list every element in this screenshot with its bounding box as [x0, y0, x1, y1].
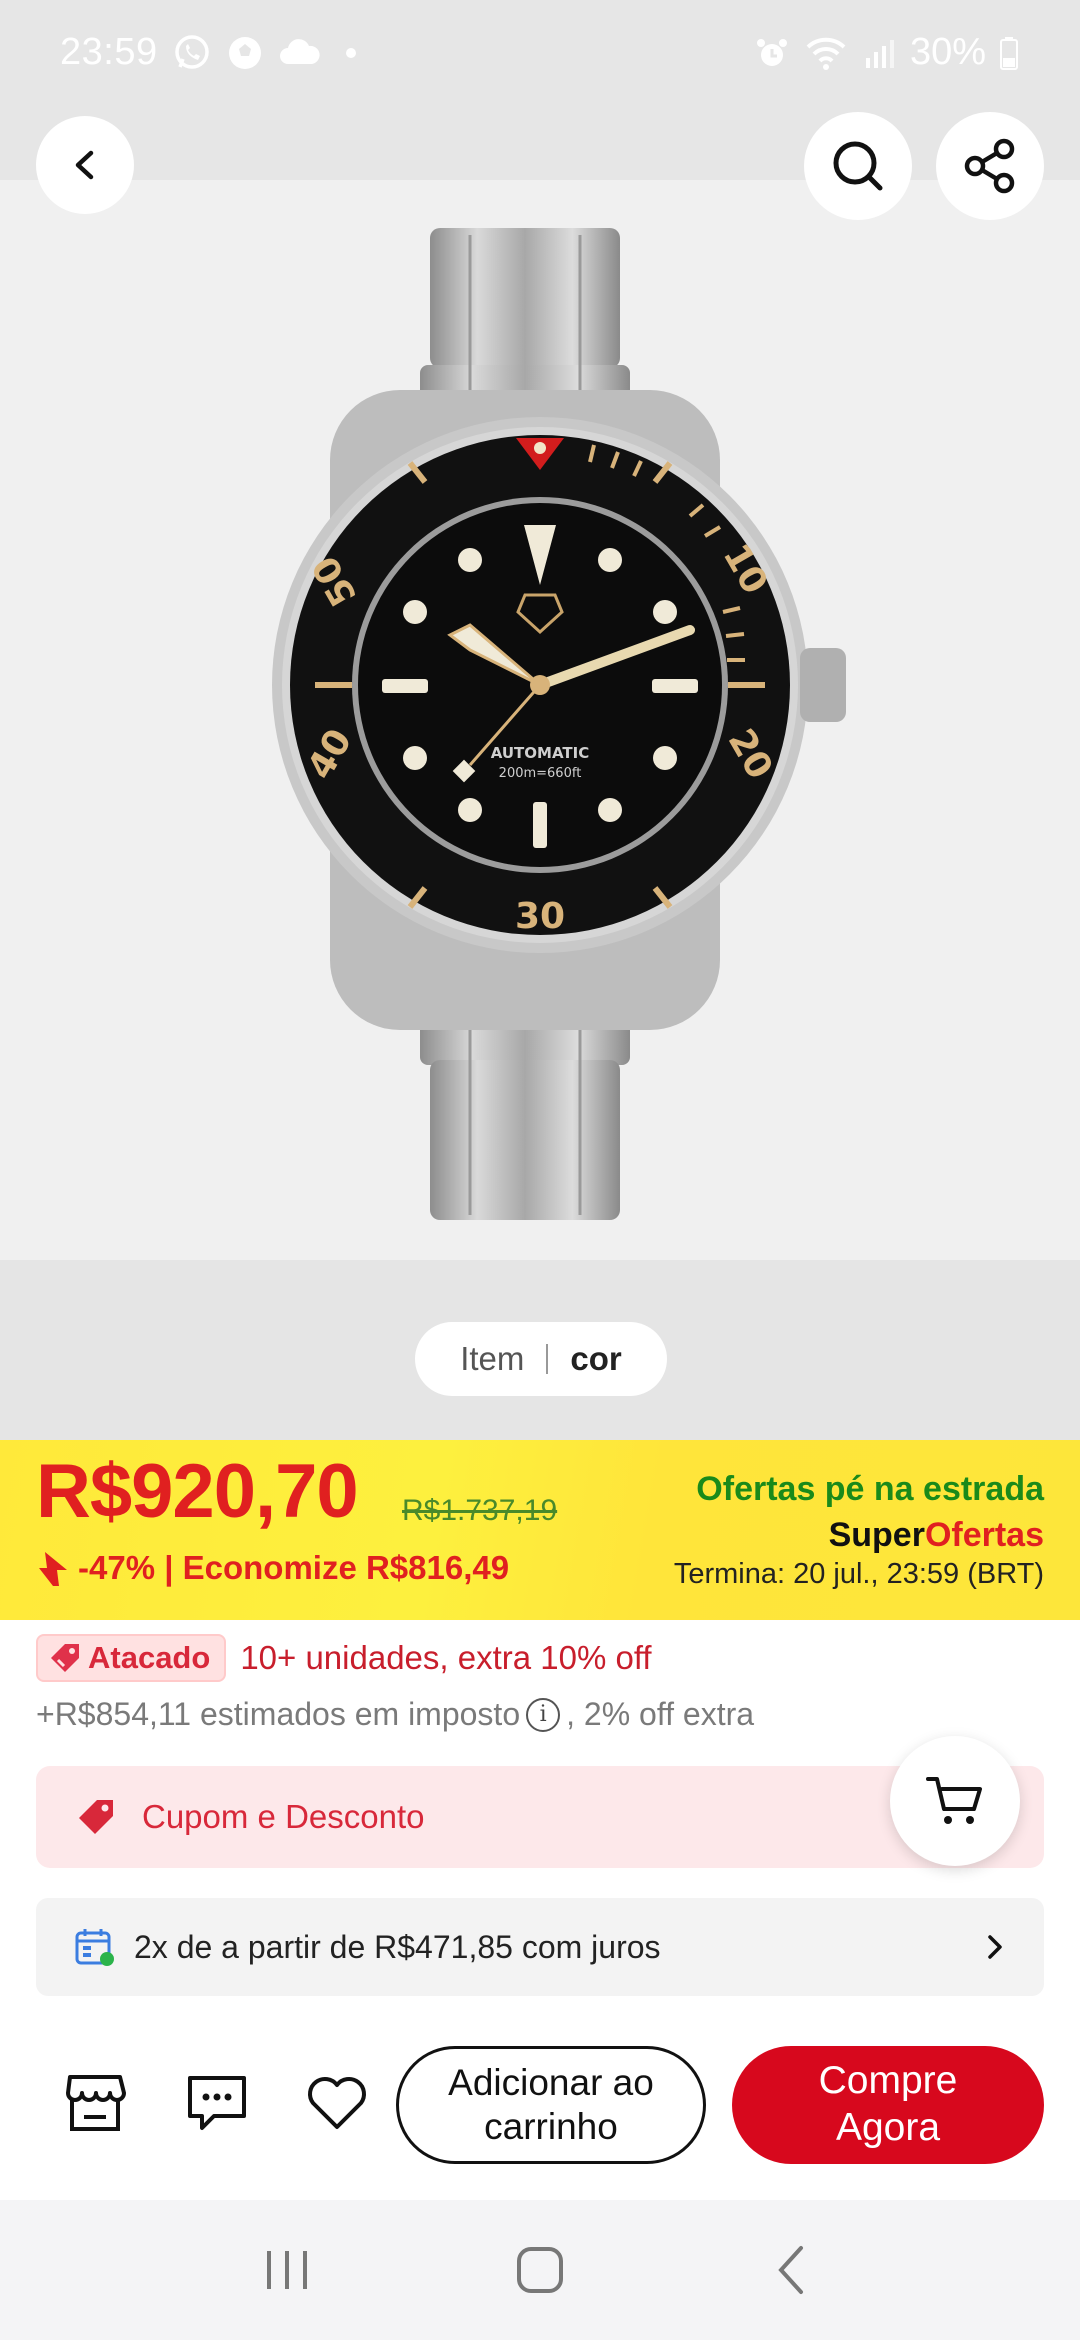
battery-icon — [1000, 36, 1018, 70]
discount-line: -47% | Economize R$816,49 — [36, 1548, 509, 1588]
system-nav-bar — [0, 2200, 1080, 2340]
info-icon[interactable]: i — [526, 1697, 561, 1732]
flame-arrow-icon — [39, 1552, 67, 1586]
wifi-icon — [804, 35, 848, 71]
wholesale-badge-text: Atacado — [88, 1640, 211, 1675]
dial-depth-text: 200m=660ft — [499, 766, 582, 781]
campaign-title: Ofertas pé na estrada — [696, 1470, 1044, 1508]
home-icon[interactable] — [510, 2240, 570, 2300]
tax-extra-text: , 2% off extra — [566, 1696, 755, 1732]
back-button[interactable] — [36, 116, 134, 214]
wholesale-text: 10+ unidades, extra 10% off — [240, 1639, 652, 1676]
ends-value: 20 jul., 23:59 (BRT) — [793, 1558, 1044, 1590]
original-price: R$1.737,19 — [402, 1494, 558, 1527]
coupon-tag-icon — [79, 1800, 113, 1834]
variant-selector[interactable]: Item cor — [415, 1322, 667, 1396]
share-button[interactable] — [936, 112, 1044, 220]
buy-now-button[interactable]: Compre Agora — [732, 2046, 1044, 2164]
recent-apps-icon[interactable] — [257, 2245, 317, 2295]
cart-button[interactable] — [890, 1736, 1020, 1866]
status-left: 23:59 — [60, 31, 366, 74]
wholesale-badge: Atacado — [36, 1634, 227, 1682]
dot-icon — [336, 43, 366, 63]
installments-row[interactable]: 2x de a partir de R$471,85 com juros — [36, 1898, 1044, 1996]
tax-text: +R$854,11 estimados em imposto — [36, 1696, 521, 1732]
alarm-icon — [754, 35, 790, 71]
calendar-icon — [75, 1929, 114, 1966]
back-nav-icon[interactable] — [763, 2240, 823, 2300]
campaign-ends: Termina: 20 jul., 23:59 (BRT) — [674, 1558, 1044, 1591]
share-icon — [964, 138, 1015, 194]
wishlist-button[interactable] — [304, 2070, 370, 2136]
status-time: 23:59 — [60, 31, 158, 73]
current-price: R$920,70 — [36, 1449, 359, 1534]
watch-image: 20 30 40 50 10 AUTOMATIC 200m=660ft — [272, 228, 846, 1220]
chevron-right-icon — [988, 1935, 1002, 1959]
heart-icon — [308, 2077, 366, 2129]
store-button[interactable] — [62, 2070, 128, 2136]
status-bar: 23:59 30% — [0, 0, 1080, 105]
coupon-label: Cupom e Desconto — [142, 1798, 425, 1835]
ends-label: Termina: — [673, 1558, 786, 1590]
chevron-left-icon — [75, 150, 94, 180]
signal-icon — [862, 36, 896, 70]
product-image[interactable]: 20 30 40 50 10 AUTOMATIC 200m=660ft — [0, 180, 1080, 1260]
search-button[interactable] — [804, 112, 912, 220]
cart-icon — [926, 1777, 982, 1824]
chat-icon — [188, 2076, 246, 2130]
tag-icon — [51, 1644, 79, 1672]
bezel-number: 30 — [515, 896, 565, 937]
campaign-brand: SuperOfertas — [829, 1516, 1044, 1555]
brand-part-2: Ofertas — [924, 1516, 1044, 1554]
wholesale-row[interactable]: Atacado 10+ unidades, extra 10% off — [36, 1634, 652, 1682]
installments-text: 2x de a partir de R$471,85 com juros — [134, 1928, 661, 1965]
dial-automatic-text: AUTOMATIC — [491, 744, 590, 762]
battery-text: 30% — [909, 31, 986, 73]
cloud-icon — [278, 36, 322, 70]
discount-text: -47% | Economize R$816,49 — [78, 1549, 510, 1586]
variant-divider — [546, 1344, 549, 1374]
status-right: 30% — [754, 31, 1018, 74]
tax-line: +R$854,11 estimados em imposto i , 2% of… — [36, 1696, 754, 1733]
variant-item-label: Item — [460, 1340, 525, 1377]
search-icon — [833, 141, 883, 191]
whatsapp-icon — [172, 33, 212, 73]
variant-selected-label: cor — [570, 1340, 622, 1377]
soccer-ball-icon — [226, 34, 264, 72]
header-band — [0, 105, 1080, 180]
brand-part-1: Super — [828, 1516, 925, 1554]
chat-button[interactable] — [184, 2070, 250, 2136]
store-icon — [66, 2075, 126, 2131]
add-to-cart-button[interactable]: Adicionar ao carrinho — [396, 2046, 706, 2164]
